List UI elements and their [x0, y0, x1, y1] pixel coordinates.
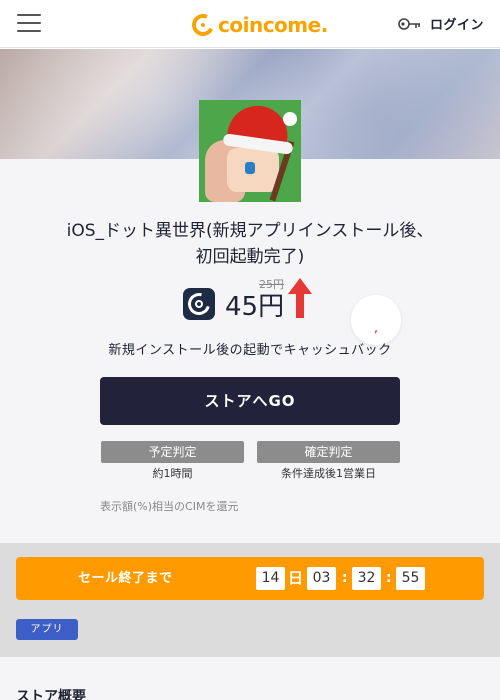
countdown-separator: :: [342, 570, 348, 586]
coincome-logo[interactable]: coincome.: [188, 10, 328, 40]
countdown-minutes: 32: [352, 567, 381, 590]
logo-text: coincome.: [218, 13, 328, 37]
countdown-hours: 03: [307, 567, 336, 590]
sale-countdown-bar: セール終了まで 14 日 03 : 32 : 55: [16, 557, 484, 600]
countdown-separator: :: [386, 570, 392, 586]
coin-icon: [183, 288, 215, 320]
countdown-days: 14: [256, 567, 285, 590]
reward-price: 45円: [225, 292, 285, 322]
store-overview-heading: ストア概要: [16, 689, 86, 700]
app-icon: [199, 100, 301, 202]
login-button[interactable]: ログイン: [398, 14, 484, 33]
tag-app[interactable]: アプリ: [16, 619, 78, 640]
confirmed-judgement-value: 条件達成後1営業日: [281, 467, 376, 480]
top-header: coincome. ログイン: [0, 0, 500, 48]
coin-logo-icon: [188, 10, 218, 40]
offer-title: iOS_ドット異世界(新規アプリインストール後、初回起動完了): [66, 221, 434, 267]
countdown-seconds: 55: [396, 567, 425, 590]
up-arrow-icon: [288, 278, 312, 318]
key-icon: [398, 17, 420, 30]
cashback-description: 新規インストール後の起動でキャッシュバック: [108, 343, 392, 358]
reward-note: 表示額(%)相当のCIMを還元: [100, 500, 239, 513]
login-label: ログイン: [429, 18, 484, 33]
store-go-button[interactable]: ストアへGO: [100, 377, 400, 425]
planned-judgement-value: 約1時間: [152, 467, 193, 480]
badge-bubble[interactable]: ,: [351, 295, 401, 345]
sale-label: セール終了まで: [78, 571, 173, 586]
confirmed-judgement-label: 確定判定: [257, 441, 400, 463]
countdown-day-unit: 日: [288, 569, 304, 587]
confirmed-judgement: 確定判定 条件達成後1営業日: [257, 441, 400, 481]
menu-icon[interactable]: [17, 14, 41, 32]
reward-row: 25円 45円: [0, 276, 500, 326]
planned-judgement-label: 予定判定: [101, 441, 244, 463]
planned-judgement: 予定判定 約1時間: [101, 441, 244, 481]
